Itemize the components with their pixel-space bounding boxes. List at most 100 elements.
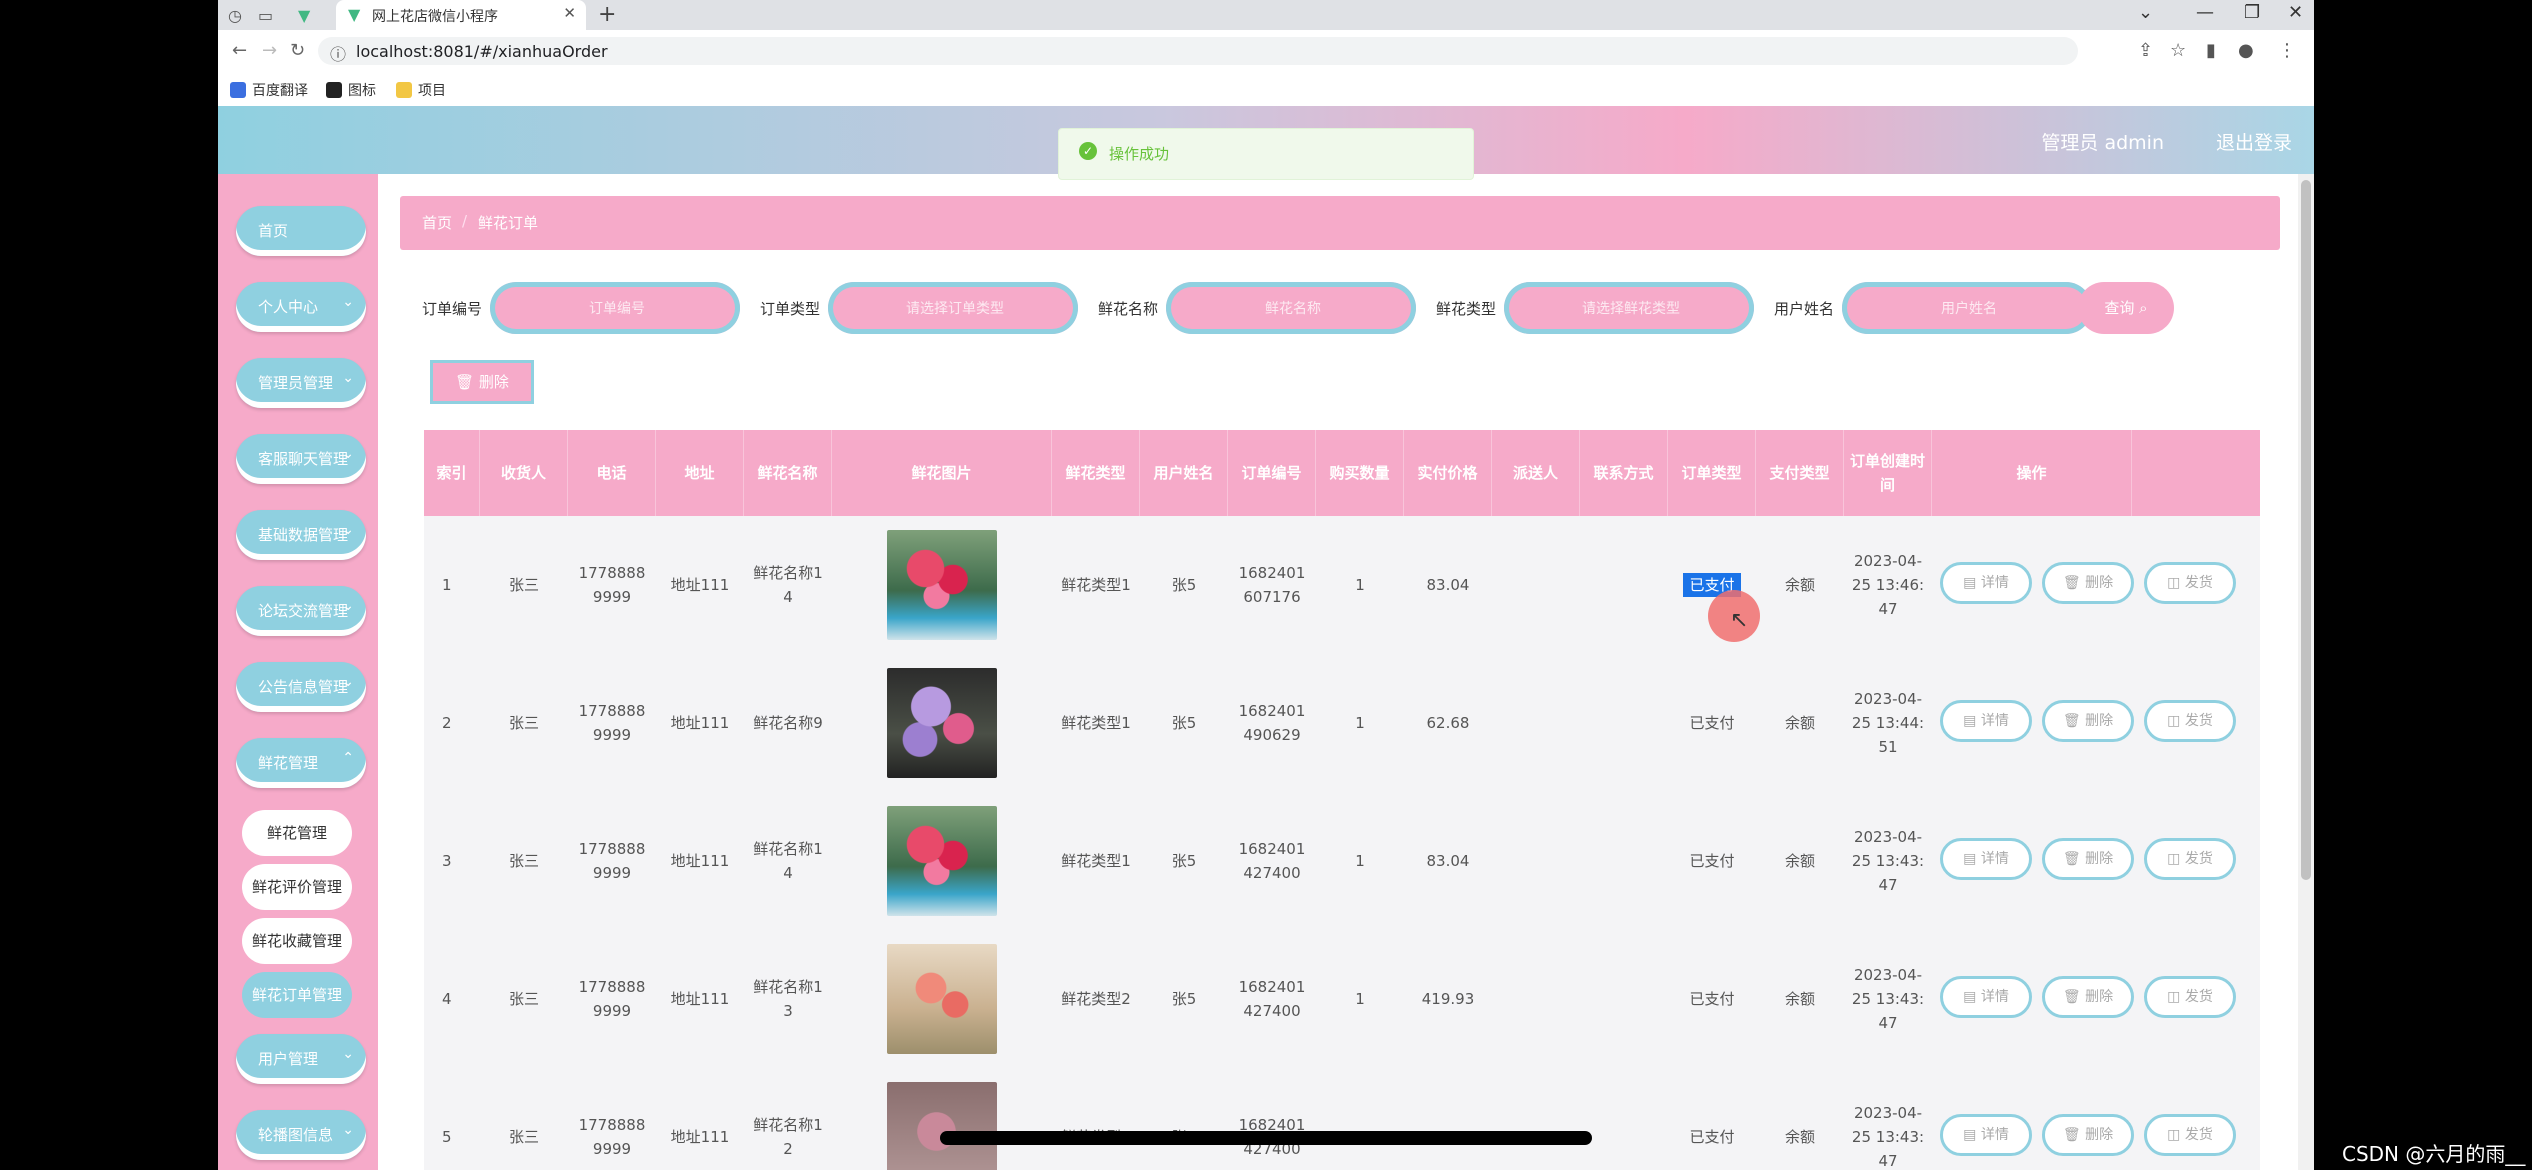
- column-header-16[interactable]: 操作: [1932, 430, 2132, 516]
- cell-addr: 地址111: [656, 930, 744, 1068]
- site-info-icon[interactable]: ⓘ: [330, 41, 346, 65]
- row-delete-button[interactable]: 🗑 删除: [2042, 838, 2134, 880]
- window-icon[interactable]: ▭: [258, 6, 273, 25]
- ship-button[interactable]: ◫ 发货: [2144, 976, 2236, 1018]
- order-type-select[interactable]: [842, 292, 1068, 324]
- bookmark-star-icon[interactable]: ☆: [2170, 40, 2186, 61]
- logout-link[interactable]: 退出登录: [2216, 128, 2292, 155]
- chevron-icon: ⌄: [342, 370, 354, 386]
- reload-icon[interactable]: ↻: [290, 40, 305, 61]
- column-header-8[interactable]: 订单编号: [1228, 430, 1316, 516]
- cell-price: 83.04: [1404, 516, 1492, 654]
- restore-icon[interactable]: ❐: [2244, 2, 2260, 23]
- cell-addr: 地址111: [656, 1068, 744, 1170]
- column-header-1[interactable]: 收货人: [480, 430, 568, 516]
- table-row[interactable]: 5 张三 17788889999 地址111 鲜花名称12 鲜花类型4张516824014…: [424, 1068, 2260, 1170]
- minimize-icon[interactable]: —: [2196, 2, 2214, 23]
- sidebar-item-after-0[interactable]: 用户管理 ⌄: [236, 1034, 366, 1084]
- query-button[interactable]: 查询 ⌕: [2078, 282, 2174, 334]
- sidebar-item-6[interactable]: 公告信息管理 ⌄: [236, 662, 366, 712]
- table-row[interactable]: 3 张三 17788889999 地址111 鲜花名称14 鲜花类型1 张5 16824014…: [424, 792, 2260, 931]
- sidebar-subitem-2[interactable]: 鲜花收藏管理: [242, 918, 352, 964]
- sidebar-subitem-0[interactable]: 鲜花管理: [242, 810, 352, 856]
- detail-button[interactable]: ▤ 详情: [1940, 1114, 2032, 1156]
- row-delete-button[interactable]: 🗑 删除: [2042, 976, 2134, 1018]
- sidebar-item-1[interactable]: 个人中心 ⌄: [236, 282, 366, 332]
- bookmark-baidu-translate[interactable]: 百度翻译: [230, 80, 308, 100]
- batch-delete-button[interactable]: 🗑 删除: [430, 360, 534, 404]
- detail-button[interactable]: ▤ 详情: [1940, 838, 2032, 880]
- sidebar-item-7[interactable]: 鲜花管理 ⌃: [236, 738, 366, 788]
- table-row[interactable]: 4 张三 17788889999 地址111 鲜花名称13 鲜花类型2 张5 16824014…: [424, 930, 2260, 1069]
- history-icon[interactable]: ◷: [228, 6, 242, 25]
- sidebar-item-label: 首页: [258, 222, 289, 240]
- new-tab-icon[interactable]: +: [598, 2, 616, 27]
- ship-button[interactable]: ◫ 发货: [2144, 1114, 2236, 1156]
- order-no-label: 订单编号: [422, 300, 483, 318]
- column-header-7[interactable]: 用户姓名: [1140, 430, 1228, 516]
- sidebar: 首页个人中心 ⌄ 管理员管理 ⌄ 客服聊天管理 ⌄ 基础数据管理 ⌄ 论坛交流管理 ⌄ 公告信息管理…: [218, 174, 378, 1170]
- detail-button[interactable]: ▤ 详情: [1940, 562, 2032, 604]
- column-header-2[interactable]: 电话: [568, 430, 656, 516]
- detail-button[interactable]: ▤ 详情: [1940, 976, 2032, 1018]
- flower-name-input[interactable]: [1180, 292, 1406, 324]
- ship-button[interactable]: ◫ 发货: [2144, 700, 2236, 742]
- row-delete-button[interactable]: 🗑 删除: [2042, 1114, 2134, 1156]
- sidebar-item-label: 用户管理: [258, 1050, 319, 1068]
- sidepanel-icon[interactable]: ▮: [2206, 40, 2216, 61]
- flower-type-select[interactable]: [1518, 292, 1744, 324]
- column-header-6[interactable]: 鲜花类型: [1052, 430, 1140, 516]
- close-tab-icon[interactable]: ✕: [563, 4, 576, 22]
- cell-text: 鲜花名称12: [753, 1116, 823, 1158]
- cell-qty: 1: [1316, 1068, 1404, 1170]
- close-window-icon[interactable]: ✕: [2288, 2, 2303, 23]
- row-delete-button[interactable]: 🗑 删除: [2042, 562, 2134, 604]
- sidebar-item-5[interactable]: 论坛交流管理 ⌄: [236, 586, 366, 636]
- column-header-10[interactable]: 实付价格: [1404, 430, 1492, 516]
- sidebar-subitem-1[interactable]: 鲜花评价管理: [242, 864, 352, 910]
- sidebar-item-4[interactable]: 基础数据管理 ⌄: [236, 510, 366, 560]
- breadcrumb-current: 鲜花订单: [478, 214, 539, 232]
- tab-search-icon[interactable]: ⌄: [2138, 2, 2153, 23]
- share-icon[interactable]: ⇪: [2138, 40, 2153, 61]
- ship-button[interactable]: ◫ 发货: [2144, 838, 2236, 880]
- column-header-12[interactable]: 联系方式: [1580, 430, 1668, 516]
- column-header-4[interactable]: 鲜花名称: [744, 430, 832, 516]
- active-tab[interactable]: ▼ 网上花店微信小程序 ✕: [336, 0, 586, 30]
- column-header-9[interactable]: 购买数量: [1316, 430, 1404, 516]
- cell-order_no: 1682401607176: [1228, 516, 1316, 654]
- flower-image: [887, 944, 997, 1054]
- url-field[interactable]: ⓘ localhost:8081/#/xianhuaOrder: [318, 37, 2078, 65]
- sidebar-item-0[interactable]: 首页: [236, 206, 366, 256]
- user-name-input[interactable]: [1856, 292, 2082, 324]
- order-no-input[interactable]: [504, 292, 730, 324]
- column-header-5[interactable]: 鲜花图片: [832, 430, 1052, 516]
- ship-button[interactable]: ◫ 发货: [2144, 562, 2236, 604]
- column-header-15[interactable]: 订单创建时间: [1844, 430, 1932, 516]
- row-delete-button[interactable]: 🗑 删除: [2042, 700, 2134, 742]
- sidebar-item-2[interactable]: 管理员管理 ⌄: [236, 358, 366, 408]
- sidebar-item-3[interactable]: 客服聊天管理 ⌄: [236, 434, 366, 484]
- cell-text: 鲜花名称14: [753, 564, 823, 606]
- sidebar-subitem-3[interactable]: 鲜花订单管理: [242, 972, 352, 1018]
- column-header-14[interactable]: 支付类型: [1756, 430, 1844, 516]
- page-scrollbar[interactable]: [2298, 174, 2314, 1170]
- cell-receiver: 张三: [480, 516, 568, 654]
- table-row[interactable]: 2 张三 17788889999 地址111 鲜花名称9 鲜花类型1 张5 168240149…: [424, 654, 2260, 793]
- table-row[interactable]: 1 张三 17788889999 地址111 鲜花名称14 鲜花类型1 张5 16824016…: [424, 516, 2260, 655]
- back-icon[interactable]: ←: [232, 40, 247, 61]
- column-header-3[interactable]: 地址: [656, 430, 744, 516]
- breadcrumb-home[interactable]: 首页: [422, 212, 452, 233]
- detail-button[interactable]: ▤ 详情: [1940, 700, 2032, 742]
- profile-icon[interactable]: ●: [2238, 40, 2254, 61]
- column-header-0[interactable]: 索引: [424, 430, 480, 516]
- sidebar-item-after-1[interactable]: 轮播图信息 ⌄: [236, 1110, 366, 1160]
- column-header-11[interactable]: 派送人: [1492, 430, 1580, 516]
- forward-icon[interactable]: →: [262, 40, 277, 61]
- scrollbar-thumb[interactable]: [2301, 180, 2311, 880]
- bookmark-icons[interactable]: 图标: [326, 80, 376, 100]
- column-header-13[interactable]: 订单类型: [1668, 430, 1756, 516]
- vue-tab-icon[interactable]: ▼: [298, 6, 310, 25]
- bookmark-project[interactable]: 项目: [396, 80, 446, 100]
- menu-kebab-icon[interactable]: ⋮: [2278, 40, 2296, 61]
